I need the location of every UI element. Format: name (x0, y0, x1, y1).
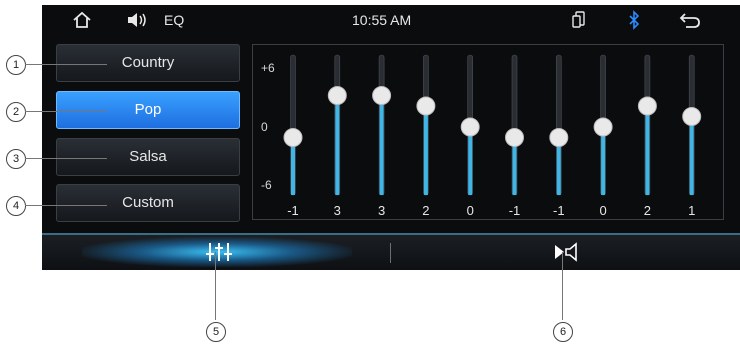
preset-country-button[interactable]: Country (56, 44, 240, 82)
callout-line-6 (562, 252, 563, 320)
slider-knob[interactable] (327, 86, 347, 105)
band-value-label: 1 (688, 203, 695, 218)
slider-fill (601, 127, 606, 195)
band-value-label: 0 (467, 203, 474, 218)
band-value-label: -1 (287, 203, 299, 218)
slider-knob[interactable] (682, 107, 702, 126)
band-value-label: 0 (599, 203, 606, 218)
home-icon[interactable] (72, 10, 92, 30)
callout-line-1 (25, 64, 107, 65)
slider-knob[interactable] (549, 128, 569, 147)
band-value-label: 2 (422, 203, 429, 218)
callout-6: 6 (553, 322, 573, 342)
clock: 10:55 AM (352, 12, 412, 28)
slider-fill (689, 116, 694, 195)
head-unit-screen: EQ 10:55 AM Country Pop Salsa Custom +6 … (42, 5, 740, 270)
phone-mirror-icon[interactable] (572, 10, 586, 30)
band-value-label: 3 (378, 203, 385, 218)
preset-salsa-button[interactable]: Salsa (56, 138, 240, 176)
slider-knob[interactable] (593, 117, 613, 137)
preset-pop-button[interactable]: Pop (56, 91, 240, 129)
speaker-icon[interactable] (126, 11, 148, 29)
screen-title: EQ (164, 12, 185, 28)
band-value-label: 3 (334, 203, 341, 218)
callout-line-5 (215, 252, 216, 320)
slider-fill (335, 95, 340, 195)
callout-line-4 (25, 205, 107, 206)
callout-4: 4 (6, 196, 26, 216)
slider-fill (468, 127, 473, 195)
band-value-label: 2 (644, 203, 651, 218)
speaker-balance-icon[interactable] (553, 242, 579, 262)
callout-line-3 (25, 158, 107, 159)
back-icon[interactable] (679, 11, 701, 29)
slider-fill (379, 95, 384, 195)
band-value-label: -1 (509, 203, 521, 218)
equalizer-sliders: -1 3 3 2 0 -1 -1 0 2 1 (283, 54, 702, 218)
bluetooth-icon[interactable] (628, 10, 640, 30)
slider-knob[interactable] (505, 128, 524, 147)
preset-custom-button[interactable]: Custom (56, 184, 240, 222)
slider-fill (423, 106, 428, 195)
callout-line-2 (25, 111, 107, 112)
slider-knob[interactable] (460, 117, 480, 137)
equalizer-panel: +6 0 -6 -1 3 3 2 0 -1 -1 0 2 1 (252, 44, 724, 220)
equalizer-icon[interactable] (206, 241, 232, 263)
callout-2: 2 (6, 102, 26, 122)
slider-knob[interactable] (372, 86, 392, 105)
status-bar: EQ 10:55 AM (42, 5, 740, 35)
callout-5: 5 (206, 322, 226, 342)
bottom-toolbar (42, 233, 740, 270)
slider-knob[interactable] (416, 96, 436, 116)
callout-3: 3 (6, 149, 26, 169)
slider-knob[interactable] (637, 96, 657, 116)
callout-1: 1 (6, 55, 26, 75)
slider-fill (645, 106, 650, 195)
toolbar-divider (390, 243, 391, 263)
band-value-label: -1 (553, 203, 565, 218)
slider-knob[interactable] (283, 128, 303, 147)
